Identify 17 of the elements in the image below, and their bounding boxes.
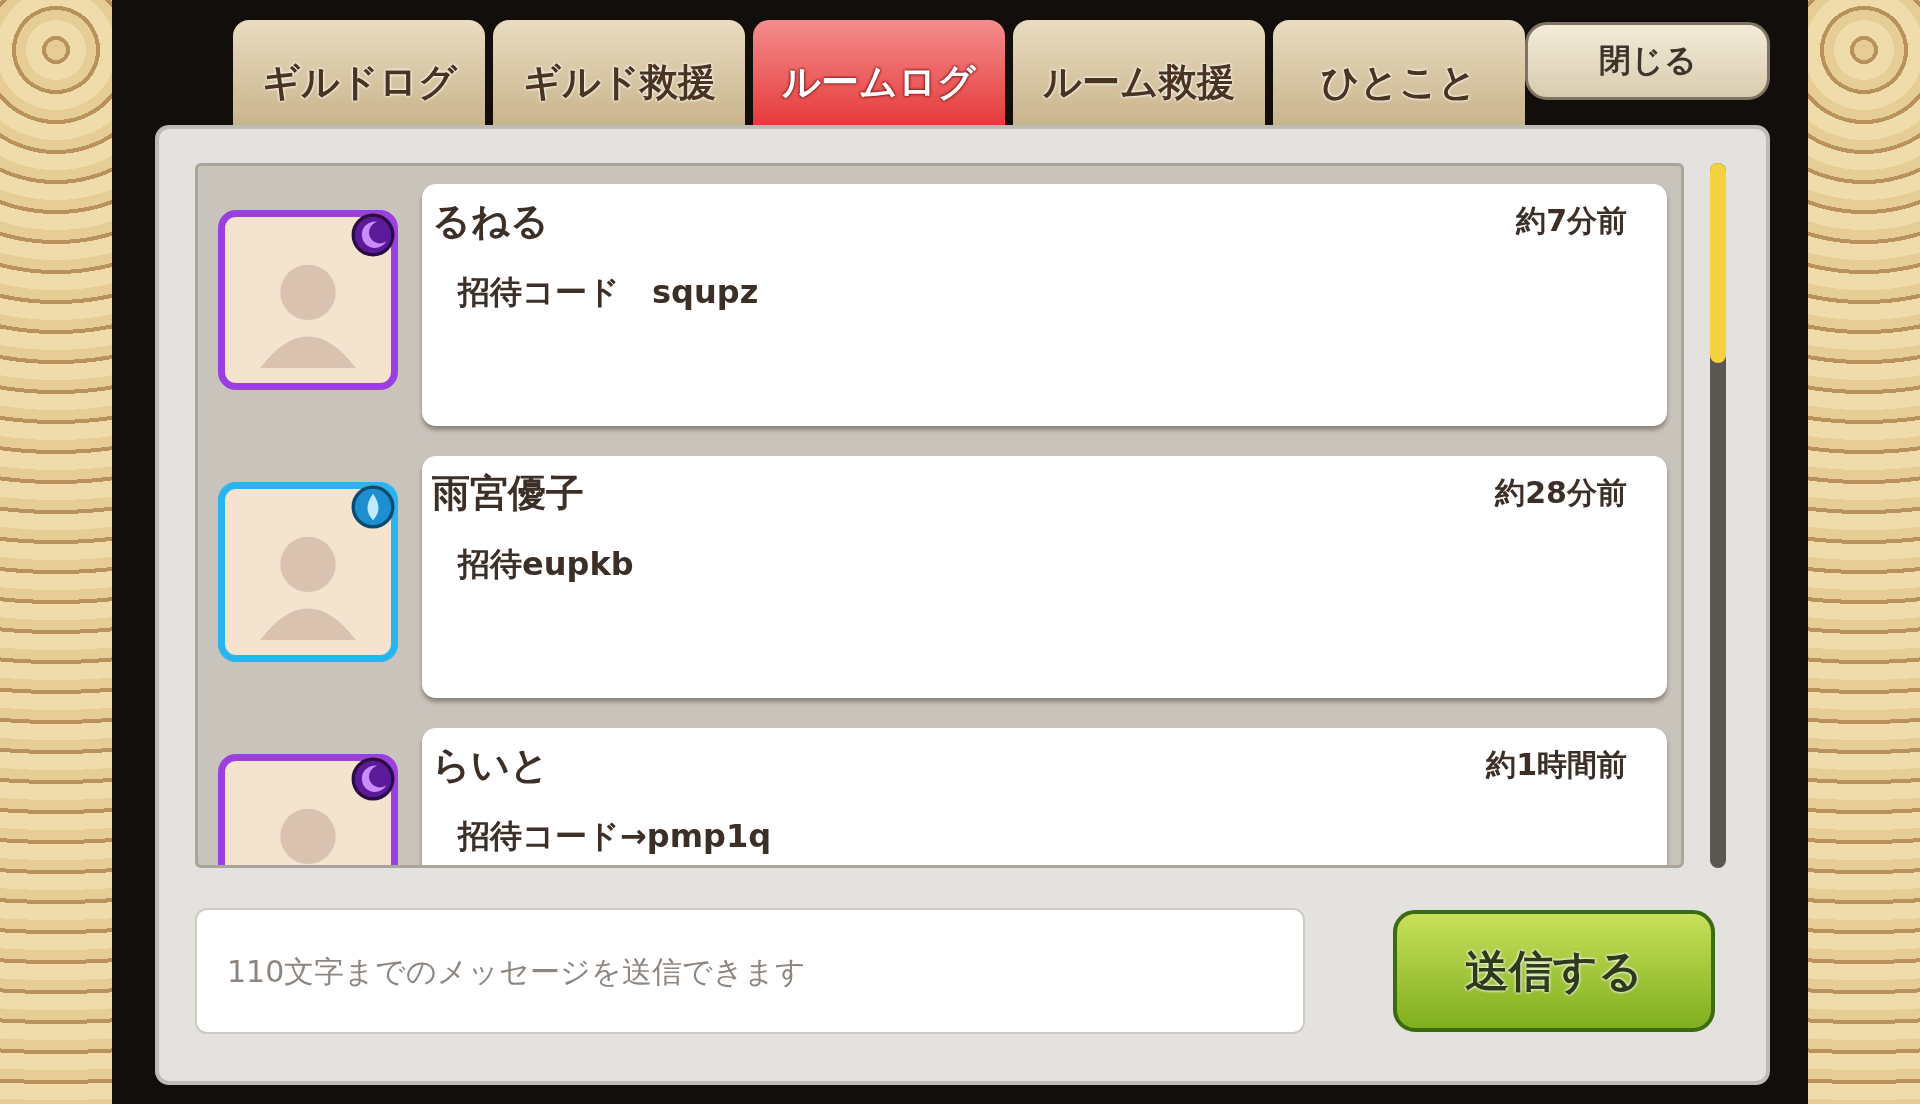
timestamp: 約28分前	[1495, 474, 1627, 512]
close-button[interactable]: 閉じる	[1525, 22, 1770, 100]
message-text: 招待コード squpz	[458, 272, 760, 313]
user-name: 雨宮優子	[432, 470, 584, 517]
tab[interactable]: ギルドログ	[233, 20, 485, 125]
user-name: らいと	[432, 742, 549, 789]
scrollbar[interactable]	[1710, 163, 1726, 868]
send-button[interactable]: 送信する	[1393, 910, 1715, 1032]
timestamp: 約7分前	[1516, 202, 1627, 240]
user-name: るねる	[432, 198, 549, 245]
tab[interactable]: ルーム救援	[1013, 20, 1265, 125]
tab[interactable]: ギルド救援	[493, 20, 745, 125]
message-text: 招待コード→pmp1q	[458, 816, 773, 857]
message-input[interactable]: 110文字までのメッセージを送信できます	[195, 908, 1305, 1034]
timestamp: 約1時間前	[1486, 746, 1627, 784]
message-text: 招待eupkb	[458, 544, 635, 585]
tab[interactable]: ひとこと	[1273, 20, 1525, 125]
